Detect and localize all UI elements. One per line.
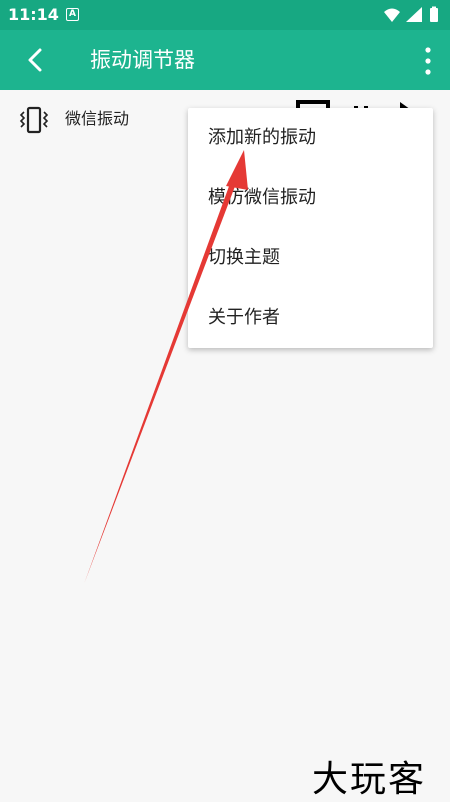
status-time: 11:14 xyxy=(8,5,59,24)
wifi-icon xyxy=(384,8,400,22)
watermark-logo: 大玩客 xyxy=(312,759,427,800)
app-bar: 振动调节器 xyxy=(0,30,450,90)
page-title: 振动调节器 xyxy=(90,48,195,72)
back-arrow-icon[interactable] xyxy=(20,44,52,76)
menu-item-switch-theme[interactable]: 切换主题 xyxy=(188,228,433,288)
menu-item-add-vibration[interactable]: 添加新的振动 xyxy=(188,108,433,168)
signal-icon xyxy=(406,7,422,22)
list-item-label: 微信振动 xyxy=(65,109,130,128)
menu-item-about-author[interactable]: 关于作者 xyxy=(188,288,433,348)
notification-a-icon: A xyxy=(66,8,79,21)
overflow-menu: 添加新的振动 模仿微信振动 切换主题 关于作者 xyxy=(188,108,433,348)
status-icons xyxy=(384,6,438,22)
menu-item-imitate-wechat[interactable]: 模仿微信振动 xyxy=(188,168,433,228)
more-vert-icon[interactable] xyxy=(420,46,436,76)
status-bar: 11:14 A xyxy=(0,0,450,30)
battery-icon xyxy=(430,8,438,22)
vibration-icon xyxy=(19,106,49,134)
